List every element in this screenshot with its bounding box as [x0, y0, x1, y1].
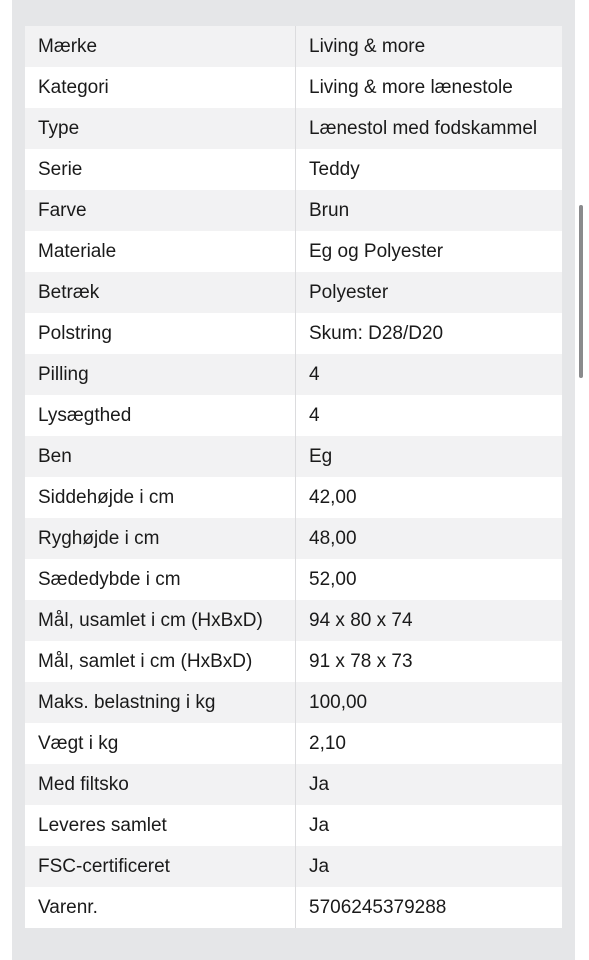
spec-value: 4 — [309, 405, 320, 426]
spec-label: Ryghøjde i cm — [25, 518, 296, 559]
spec-value: Living & more lænestole — [309, 77, 513, 98]
spec-value: Polyester — [309, 282, 389, 303]
spec-row: Maks. belastning i kg 100,00 — [25, 682, 562, 723]
spec-row: Polstring Skum: D28/D20 — [25, 313, 562, 354]
spec-value: 94 x 80 x 74 — [309, 610, 413, 631]
spec-value: Living & more — [309, 36, 426, 57]
scrollbar-thumb[interactable] — [579, 205, 583, 378]
spec-row: FSC-certificeret Ja — [25, 846, 562, 887]
spec-row: Pilling 4 — [25, 354, 562, 395]
spec-label: Ben — [25, 436, 296, 477]
spec-label: Leveres samlet — [25, 805, 296, 846]
spec-row: Lysægthed 4 — [25, 395, 562, 436]
spec-value: 4 — [309, 364, 320, 385]
spec-row: Siddehøjde i cm 42,00 — [25, 477, 562, 518]
spec-value: 100,00 — [309, 692, 368, 713]
spec-row: Sædedybde i cm 52,00 — [25, 559, 562, 600]
spec-row: Serie Teddy — [25, 149, 562, 190]
spec-value: 48,00 — [309, 528, 357, 549]
spec-row: Type Lænestol med fodskammel — [25, 108, 562, 149]
spec-value: Ja — [309, 815, 330, 836]
spec-value: Brun — [309, 200, 350, 221]
spec-label: Mål, usamlet i cm (HxBxD) — [25, 600, 296, 641]
spec-label: Mærke — [25, 26, 296, 67]
spec-row: Mål, samlet i cm (HxBxD) 91 x 78 x 73 — [25, 641, 562, 682]
spec-row: Med filtsko Ja — [25, 764, 562, 805]
spec-label: Maks. belastning i kg — [25, 682, 296, 723]
spec-label: Materiale — [25, 231, 296, 272]
spec-label: Med filtsko — [25, 764, 296, 805]
spec-label: Type — [25, 108, 296, 149]
spec-row: Farve Brun — [25, 190, 562, 231]
spec-row: Betræk Polyester — [25, 272, 562, 313]
spec-label: Polstring — [25, 313, 296, 354]
spec-value: 5706245379288 — [309, 897, 447, 918]
spec-value: Eg — [309, 446, 333, 467]
spec-value: Ja — [309, 774, 330, 795]
spec-row: Ben Eg — [25, 436, 562, 477]
spec-row: Leveres samlet Ja — [25, 805, 562, 846]
spec-value: 91 x 78 x 73 — [309, 651, 413, 672]
spec-label: Serie — [25, 149, 296, 190]
spec-value: Eg og Polyester — [309, 241, 444, 262]
spec-label: Siddehøjde i cm — [25, 477, 296, 518]
spec-label: Vægt i kg — [25, 723, 296, 764]
spec-value: Lænestol med fodskammel — [309, 118, 538, 139]
spec-row: Varenr. 5706245379288 — [25, 887, 562, 928]
specifications-table: Mærke Living & more Kategori Living & more … — [25, 26, 562, 928]
spec-label: Kategori — [25, 67, 296, 108]
spec-label: Varenr. — [25, 887, 296, 928]
spec-row: Mål, usamlet i cm (HxBxD) 94 x 80 x 74 — [25, 600, 562, 641]
spec-row: Kategori Living & more lænestole — [25, 67, 562, 108]
spec-row: Vægt i kg 2,10 — [25, 723, 562, 764]
spec-label: Mål, samlet i cm (HxBxD) — [25, 641, 296, 682]
spec-label: Sædedybde i cm — [25, 559, 296, 600]
spec-label: FSC-certificeret — [25, 846, 296, 887]
spec-value: Teddy — [309, 159, 360, 180]
spec-row: Ryghøjde i cm 48,00 — [25, 518, 562, 559]
spec-value: 2,10 — [309, 733, 346, 754]
spec-value: 42,00 — [309, 487, 357, 508]
spec-label: Pilling — [25, 354, 296, 395]
spec-row: Mærke Living & more — [25, 26, 562, 67]
spec-label: Lysægthed — [25, 395, 296, 436]
spec-value: Ja — [309, 856, 330, 877]
spec-label: Farve — [25, 190, 296, 231]
spec-value: 52,00 — [309, 569, 357, 590]
spec-row: Materiale Eg og Polyester — [25, 231, 562, 272]
spec-label: Betræk — [25, 272, 296, 313]
spec-value: Skum: D28/D20 — [309, 323, 444, 344]
